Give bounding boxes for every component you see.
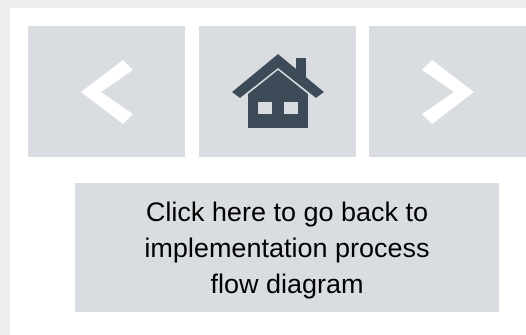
chevron-left-icon xyxy=(80,59,133,124)
chevron-right-icon xyxy=(421,59,474,124)
next-button[interactable] xyxy=(369,26,526,157)
back-to-diagram-label: Click here to go back to implementation … xyxy=(144,196,430,299)
home-button[interactable] xyxy=(199,26,356,157)
back-to-diagram-link[interactable]: Click here to go back to implementation … xyxy=(75,183,499,312)
previous-button[interactable] xyxy=(28,26,185,157)
home-icon xyxy=(231,53,324,128)
